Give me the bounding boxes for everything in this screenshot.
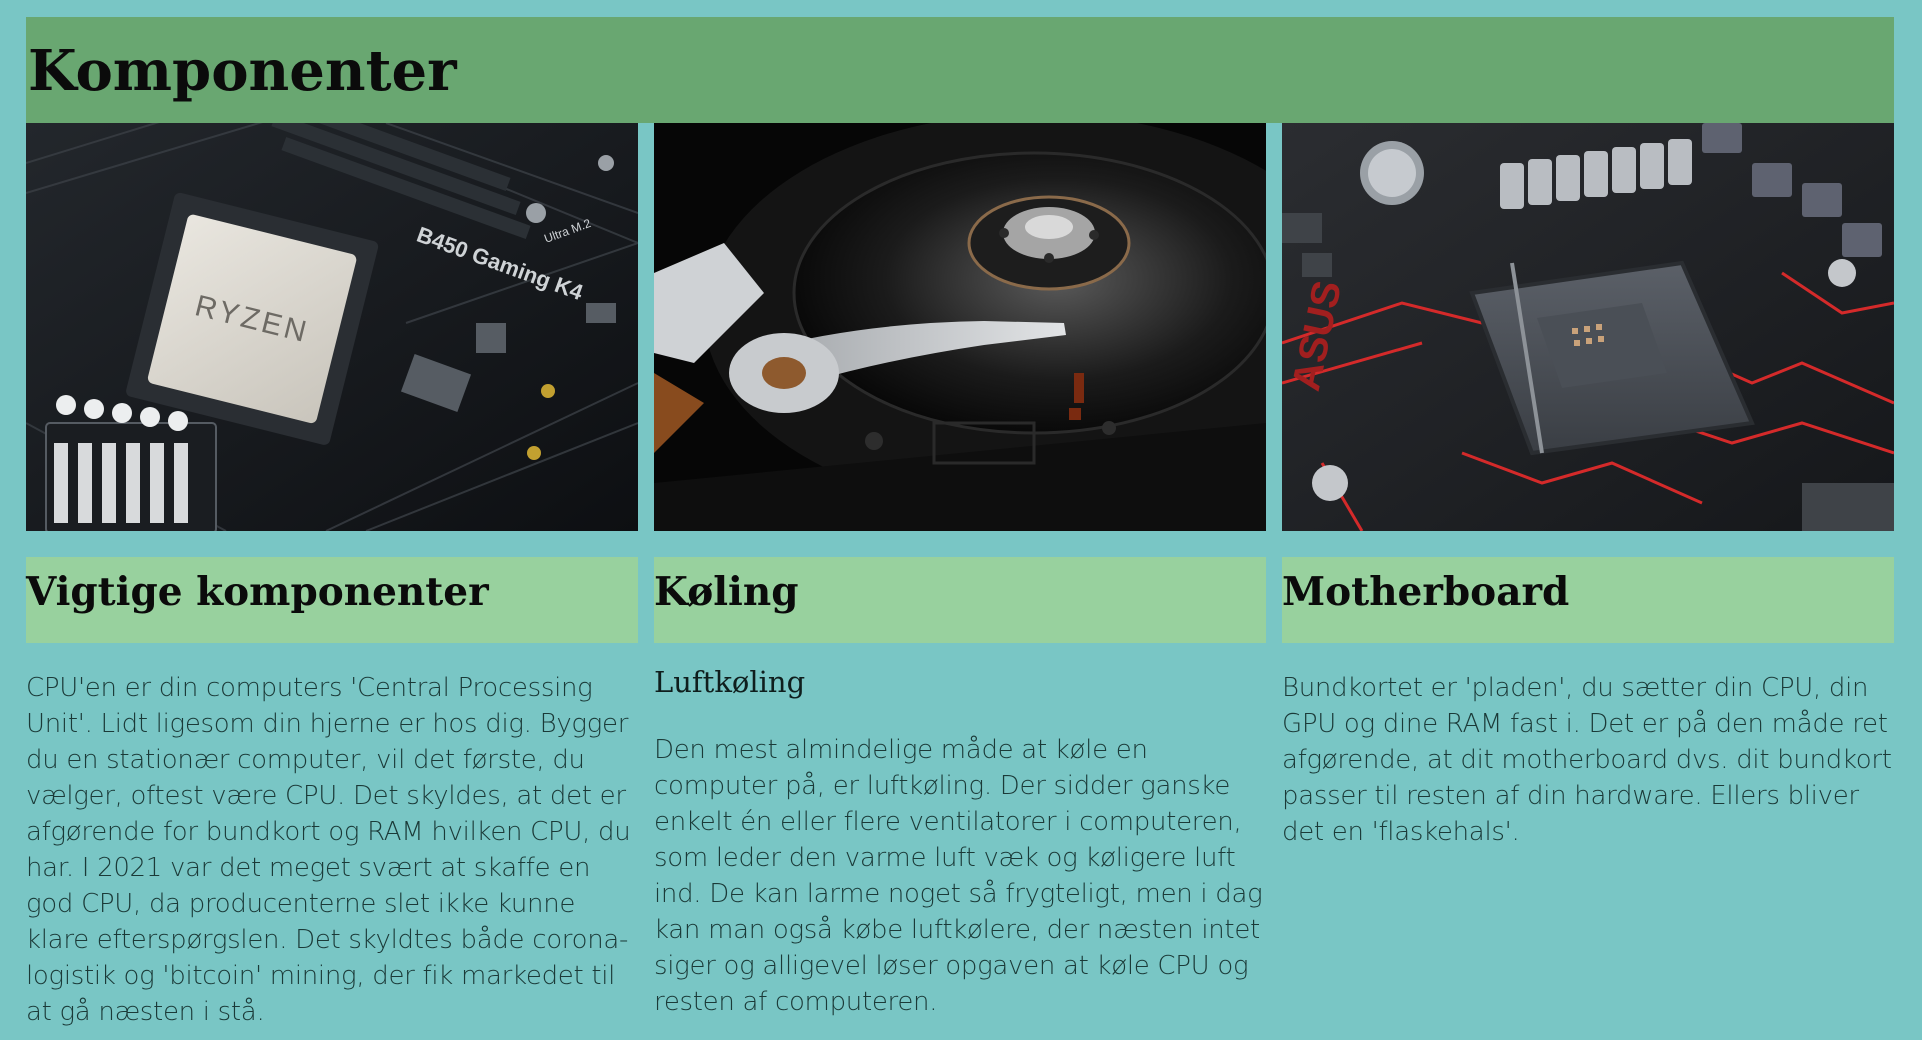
card-text: Bundkortet er 'pladen', du sætter din CP… [1282,670,1894,850]
card-header: Køling [654,557,1266,643]
hard-drive-photo [654,123,1266,531]
card-text: Den mest almindelige måde at køle en com… [654,732,1266,1020]
card-cooling: Køling Luftkøling Den mest almindelige m… [654,123,1266,1020]
card-paragraph: Bundkortet er 'pladen', du sætter din CP… [1282,673,1892,847]
page-header: Komponenter [26,17,1894,123]
card-cpu: RYZEN B450 Gaming K4 Ultra M.2 Vigtige k… [26,123,638,1030]
motherboard-photo: ASUS [1282,123,1894,531]
card-title: Køling [654,569,799,615]
card-header: Motherboard [1282,557,1894,643]
card-paragraph: Den mest almindelige måde at køle en com… [654,734,1263,1017]
card-title: Vigtige komponenter [26,569,489,615]
page-title: Komponenter [28,38,457,104]
card-text: CPU'en er din computers 'Central Process… [26,670,638,1030]
card-title: Motherboard [1282,569,1570,615]
card-motherboard: ASUS Motherboard Bundkortet er 'pladen',… [1282,123,1894,850]
card-paragraph: CPU'en er din computers 'Central Process… [26,673,631,1027]
cpu-motherboard-photo: RYZEN B450 Gaming K4 Ultra M.2 [26,123,638,531]
card-header: Vigtige komponenter [26,557,638,643]
card-subtitle: Luftkøling [654,665,806,699]
